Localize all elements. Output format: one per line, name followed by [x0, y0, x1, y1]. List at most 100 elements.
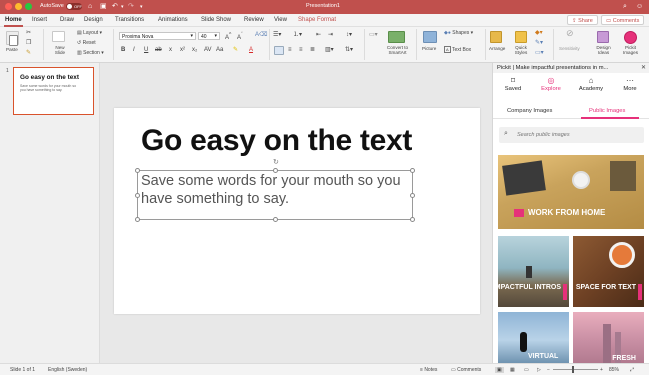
tab-design[interactable]: Design	[84, 17, 103, 23]
tab-home[interactable]: Home	[5, 17, 22, 23]
resize-handle[interactable]	[273, 217, 278, 222]
nav-explore[interactable]: ◎ Explore	[534, 76, 568, 92]
zoom-window-button[interactable]	[25, 3, 32, 10]
tab-draw[interactable]: Draw	[60, 17, 74, 23]
superscript-icon[interactable]: x²	[180, 47, 185, 54]
sensitivity-icon[interactable]: ⊘	[566, 29, 574, 38]
resize-handle[interactable]	[135, 217, 140, 222]
image-impactful-intros[interactable]: IMPACTFUL INTROS	[498, 236, 569, 307]
subscript-icon[interactable]: x₂	[192, 47, 197, 54]
resize-handle[interactable]	[135, 193, 140, 198]
comments-status-button[interactable]: ▭ Comments	[451, 367, 481, 373]
resize-handle[interactable]	[410, 168, 415, 173]
slide-sorter-icon[interactable]: ▦	[510, 367, 515, 373]
cut-icon[interactable]: ✂	[26, 30, 31, 37]
columns-icon[interactable]: ▥▾	[325, 47, 334, 54]
resize-handle[interactable]	[410, 217, 415, 222]
design-ideas-icon[interactable]	[597, 31, 609, 43]
fit-to-window-icon[interactable]: ⤢	[630, 367, 634, 373]
zoom-slider[interactable]	[553, 369, 598, 370]
shadow-icon[interactable]: x	[169, 47, 172, 54]
layout-button[interactable]: ▤ Layout ▾	[77, 30, 102, 37]
resize-handle[interactable]	[410, 193, 415, 198]
bullets-icon[interactable]: ☰▾	[273, 32, 281, 39]
slide-body-text[interactable]: Save some words for your mouth so you ha…	[141, 173, 413, 208]
account-icon[interactable]: ☺	[636, 2, 643, 12]
resize-handle[interactable]	[273, 168, 278, 173]
copy-icon[interactable]: ❐	[26, 40, 31, 47]
text-box-button[interactable]: A Text Box	[444, 46, 471, 54]
slideshow-icon[interactable]: ▷	[537, 367, 541, 373]
shape-effects-icon[interactable]: ▭▾	[535, 50, 544, 57]
tab-insert[interactable]: Insert	[32, 17, 47, 23]
quick-styles-icon[interactable]	[515, 31, 527, 43]
zoom-level[interactable]: 85%	[609, 367, 619, 373]
increase-font-size-icon[interactable]: A^	[225, 32, 231, 42]
body-text-box[interactable]: ↻ Save some words for your mouth so you …	[135, 159, 415, 222]
tab-slide-show[interactable]: Slide Show	[201, 17, 231, 23]
undo-icon[interactable]: ↶	[112, 2, 118, 12]
resize-handle[interactable]	[135, 168, 140, 173]
slide-thumbnail[interactable]: Go easy on the text Save some words for …	[13, 67, 94, 115]
format-painter-icon[interactable]: ✎	[26, 50, 31, 57]
picture-icon[interactable]	[423, 31, 437, 43]
new-slide-icon[interactable]	[52, 31, 65, 42]
nav-saved[interactable]: ⌑ Saved	[496, 76, 530, 92]
undo-dropdown-icon[interactable]: ▾	[121, 2, 124, 12]
section-button[interactable]: ▥ Section ▾	[77, 50, 104, 57]
reading-view-icon[interactable]: ▭	[524, 367, 529, 373]
smartart-icon[interactable]	[388, 31, 405, 43]
autosave-toggle[interactable]: OFF	[66, 3, 82, 10]
tab-public-images[interactable]: Public Images	[589, 108, 625, 114]
increase-indent-icon[interactable]: ⇥	[328, 32, 333, 39]
align-right-icon[interactable]: ≡	[299, 47, 303, 54]
numbering-icon[interactable]: ⒈▾	[293, 32, 302, 39]
language-indicator[interactable]: English (Sweden)	[48, 367, 87, 373]
bold-icon[interactable]: B	[121, 47, 125, 54]
slide[interactable]: Go easy on the text ↻ Save some words fo…	[114, 108, 480, 314]
image-fresh[interactable]: FRESH	[573, 312, 644, 363]
shape-fill-icon[interactable]: ◆▾	[535, 30, 543, 37]
font-color-icon[interactable]: A	[249, 47, 253, 54]
tab-company-images[interactable]: Company Images	[507, 108, 552, 114]
change-case-icon[interactable]: Aa	[216, 47, 223, 54]
close-window-button[interactable]	[5, 3, 12, 10]
notes-button[interactable]: ≡ Notes	[420, 367, 437, 373]
rotate-handle-icon[interactable]: ↻	[273, 158, 279, 166]
home-icon[interactable]: ⌂	[88, 2, 92, 12]
character-spacing-icon[interactable]: AV	[204, 47, 212, 54]
pickit-logo-icon[interactable]	[624, 31, 637, 44]
clear-formatting-icon[interactable]: A⌫	[255, 32, 268, 39]
italic-icon[interactable]: I	[133, 47, 135, 54]
tab-transitions[interactable]: Transitions	[115, 17, 144, 23]
image-work-from-home[interactable]: WORK FROM HOME	[498, 155, 644, 229]
zoom-in-icon[interactable]: +	[600, 367, 603, 373]
save-icon[interactable]: ▣	[100, 2, 107, 12]
highlight-icon[interactable]: ✎	[233, 47, 238, 54]
image-virtual[interactable]: VIRTUAL	[498, 312, 569, 363]
text-direction-icon[interactable]: ⇅▾	[345, 47, 353, 54]
font-name-box[interactable]: Proxima Nova ▾	[119, 32, 196, 40]
decrease-font-size-icon[interactable]: Aˇ	[237, 32, 243, 42]
search-input[interactable]	[517, 130, 637, 140]
tab-shape-format[interactable]: Shape Format	[298, 17, 336, 23]
zoom-out-icon[interactable]: −	[547, 367, 550, 373]
tab-view[interactable]: View	[274, 17, 287, 23]
image-space-for-text[interactable]: SPACE FOR TEXT	[573, 236, 644, 307]
normal-view-icon[interactable]: ▣	[495, 367, 504, 373]
strikethrough-icon[interactable]: ab	[155, 47, 162, 54]
tab-review[interactable]: Review	[244, 17, 264, 23]
zoom-slider-thumb[interactable]	[572, 366, 574, 373]
shape-outline-icon[interactable]: ✎▾	[535, 40, 543, 47]
underline-icon[interactable]: U	[144, 47, 148, 54]
customize-toolbar-icon[interactable]: ▾	[140, 2, 143, 12]
share-button[interactable]: ⇪ Share	[567, 15, 598, 25]
line-spacing-icon[interactable]: ↕▾	[346, 32, 352, 39]
reset-button[interactable]: ↺ Reset	[77, 40, 96, 47]
comments-button[interactable]: ▭ Comments	[601, 15, 645, 25]
tab-animations[interactable]: Animations	[158, 17, 188, 23]
search-icon[interactable]: ⌕	[623, 2, 627, 12]
nav-academy[interactable]: ⌂ Academy	[574, 76, 608, 92]
slide-title[interactable]: Go easy on the text	[141, 124, 412, 158]
minimize-window-button[interactable]	[15, 3, 22, 10]
